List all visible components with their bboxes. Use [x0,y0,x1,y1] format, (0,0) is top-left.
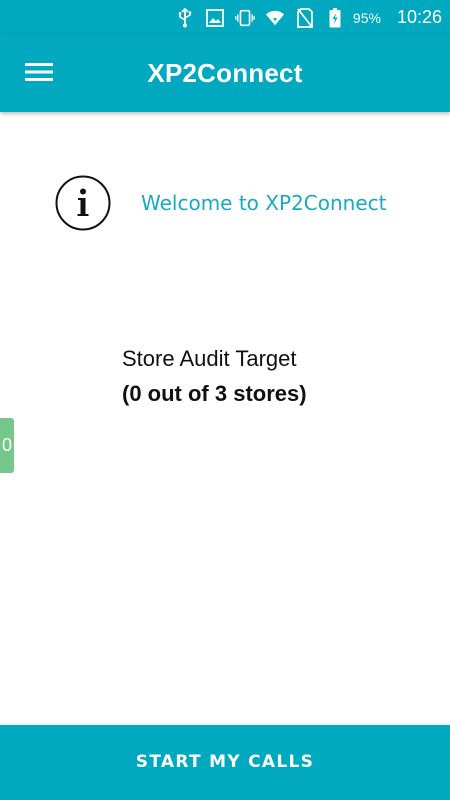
target-title: Store Audit Target [122,346,297,371]
target-count: (0 out of 3 stores) [122,381,307,406]
image-icon [205,8,225,28]
battery-icon [325,7,345,28]
welcome-text: Welcome to XP2Connect [141,191,387,215]
info-icon [55,175,111,231]
battery-percent: 95% [352,9,381,26]
status-icons: 95% 10:26 [175,0,442,35]
app-title: XP2Connect [147,58,303,88]
status-time: 10:26 [396,7,442,27]
usb-icon [175,7,195,28]
status-bar: 95% 10:26 [0,0,450,35]
side-tab[interactable]: 0 [0,418,14,473]
store-audit-target: Store Audit Target (0 out of 3 stores) [122,343,422,413]
welcome-row: Welcome to XP2Connect [55,175,435,231]
wifi-icon [265,8,285,28]
no-sim-icon [295,7,315,28]
vibrate-icon [235,8,255,28]
start-my-calls-button[interactable]: START MY CALLS [0,725,450,800]
app-bar: XP2Connect [0,35,450,112]
app-screen: 95% 10:26 XP2Connect Welcome to XP2Conne… [0,0,450,800]
